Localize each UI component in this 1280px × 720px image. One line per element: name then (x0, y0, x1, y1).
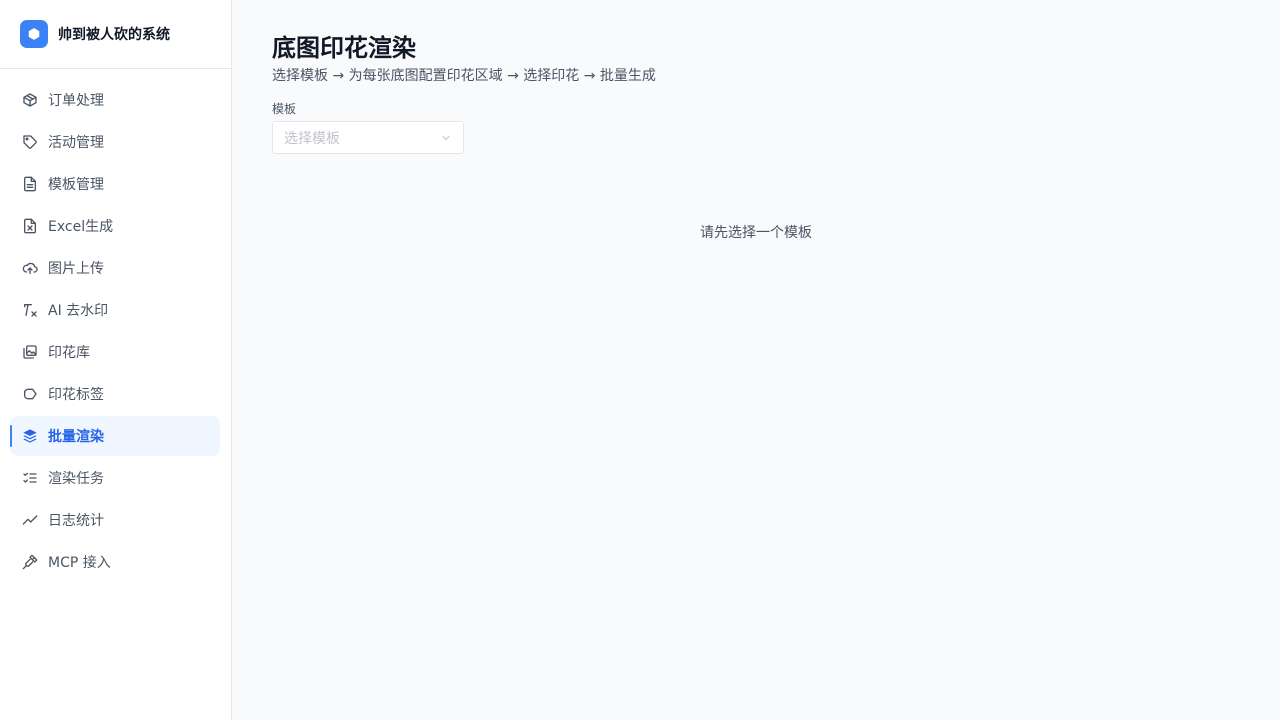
sidebar-item-label: 模板管理 (48, 177, 104, 193)
remove-formatting-icon (22, 302, 38, 318)
sidebar-item-label: 渲染任务 (48, 471, 104, 487)
page-subtitle: 选择模板 → 为每张底图配置印花区域 → 选择印花 → 批量生成 (272, 68, 656, 84)
sidebar-item-label: 印花库 (48, 345, 90, 361)
list-checks-icon (22, 470, 38, 486)
sidebar-item-ai-watermark[interactable]: AI 去水印 (10, 290, 220, 330)
trending-up-icon (22, 512, 38, 528)
file-spreadsheet-icon (22, 218, 38, 234)
sidebar-item-label: AI 去水印 (48, 303, 109, 319)
sidebar-item-label: 印花标签 (48, 387, 104, 403)
page-title: 底图印花渲染 (272, 34, 416, 62)
sidebar-item-image-upload[interactable]: 图片上传 (10, 248, 220, 288)
sidebar-item-label: 批量渲染 (48, 429, 104, 445)
sidebar-item-campaigns[interactable]: 活动管理 (10, 122, 220, 162)
sidebar-item-label: 日志统计 (48, 513, 104, 529)
sidebar-item-label: 订单处理 (48, 93, 104, 109)
sidebar-item-mcp[interactable]: MCP 接入 (10, 542, 220, 582)
tag-icon (22, 134, 38, 150)
template-select[interactable]: 选择模板 (272, 121, 464, 154)
main-content: 底图印花渲染 选择模板 → 为每张底图配置印花区域 → 选择印花 → 批量生成 … (232, 0, 1280, 720)
sidebar-item-print-tags[interactable]: 印花标签 (10, 374, 220, 414)
plug-icon (22, 554, 38, 570)
cloud-upload-icon (22, 260, 38, 276)
sidebar-nav: 订单处理 活动管理 模板管理 Excel生成 图片上传 AI 去水印 印花库 印… (0, 69, 231, 584)
layers-icon (22, 428, 38, 444)
sidebar-item-label: 活动管理 (48, 135, 104, 151)
template-select-placeholder: 选择模板 (284, 130, 340, 147)
sidebar-item-log-stats[interactable]: 日志统计 (10, 500, 220, 540)
app-root: 帅到被人砍的系统 订单处理 活动管理 模板管理 Excel生成 图片上传 AI … (0, 0, 1280, 720)
sidebar-item-templates[interactable]: 模板管理 (10, 164, 220, 204)
sidebar-item-orders[interactable]: 订单处理 (10, 80, 220, 120)
image-library-icon (22, 344, 38, 360)
brand-title: 帅到被人砍的系统 (58, 27, 170, 43)
empty-state-hint: 请先选择一个模板 (700, 225, 812, 241)
sidebar-item-label: MCP 接入 (48, 555, 111, 571)
file-text-icon (22, 176, 38, 192)
sidebar-item-label: 图片上传 (48, 261, 104, 277)
package-icon (22, 92, 38, 108)
sidebar-item-batch-render[interactable]: 批量渲染 (10, 416, 220, 456)
sidebar-item-print-library[interactable]: 印花库 (10, 332, 220, 372)
template-field-label: 模板 (272, 102, 297, 116)
sidebar: 帅到被人砍的系统 订单处理 活动管理 模板管理 Excel生成 图片上传 AI … (0, 0, 232, 720)
tags-icon (22, 386, 38, 402)
sidebar-item-label: Excel生成 (48, 219, 114, 235)
brand-header: 帅到被人砍的系统 (0, 0, 231, 69)
sidebar-item-excel[interactable]: Excel生成 (10, 206, 220, 246)
sidebar-item-render-tasks[interactable]: 渲染任务 (10, 458, 220, 498)
cube-icon (20, 20, 48, 48)
chevron-down-icon (440, 132, 452, 144)
